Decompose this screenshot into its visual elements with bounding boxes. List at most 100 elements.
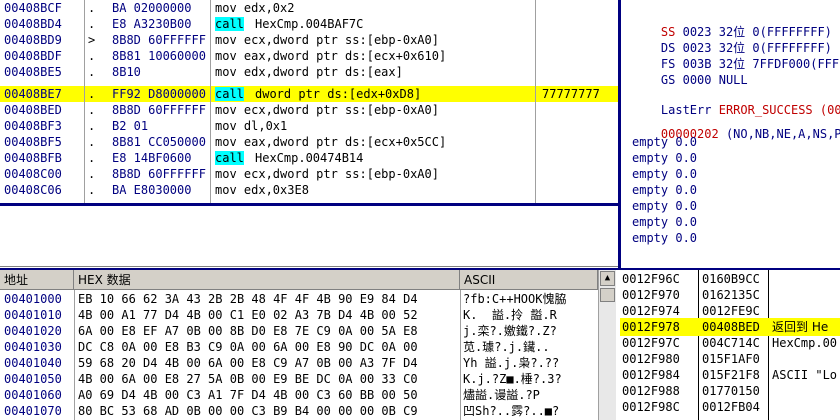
lasterr-row[interactable]: LastErr ERROR_SUCCESS (000 <box>632 86 840 117</box>
column-divider <box>535 0 536 204</box>
scroll-up-arrow-icon[interactable]: ▲ <box>600 271 615 286</box>
column-header-ascii[interactable]: ASCII <box>460 270 598 290</box>
dump-row[interactable]: 00401020 6A 00 E8 EF A7 0B 00 8B D0 E8 7… <box>0 323 557 339</box>
column-divider <box>460 290 461 420</box>
eflags-row[interactable]: 00000202 (NO,NB,NE,A,NS,PO, <box>632 110 840 141</box>
disasm-instruction: mov edx,dword ptr ds:[eax] <box>215 65 403 79</box>
disasm-row[interactable]: 00408BF3 . B2 01 mov dl,0x1 <box>0 118 620 134</box>
stack-address: 0012F98C <box>622 400 680 414</box>
disasm-hex: 8B8D 60FFFFFF <box>112 33 206 47</box>
dump-ascii: j.栾?.嬓鐵?.Z? <box>463 324 557 338</box>
dump-hex: DC C8 0A 00 E8 B3 C9 0A 00 6A 00 E8 90 D… <box>78 340 418 354</box>
disasm-row[interactable]: 00408C00 . 8B8D 60FFFFFF mov ecx,dword p… <box>0 166 620 182</box>
hex-dump-pane[interactable]: 地址 HEX 数据 ASCII 00401000 EB 10 66 62 3A … <box>0 270 616 420</box>
disasm-row[interactable]: 00408BD4 . E8 A3230B00 call HexCmp.004BA… <box>0 16 620 32</box>
dump-scrollbar[interactable]: ▲ <box>598 270 616 420</box>
fpu-register[interactable]: empty 0.0 <box>632 182 697 198</box>
pane-divider-vertical[interactable] <box>618 0 621 270</box>
registers-pane[interactable]: SS 0023 32位 0(FFFFFFFF) DS 0023 32位 0(FF… <box>624 0 840 270</box>
disasm-address: 00408BDF <box>4 49 62 63</box>
disasm-marker: . <box>88 119 96 133</box>
disasm-row[interactable]: 00408BCF . BA 02000000 mov edx,0x2 <box>0 0 620 16</box>
disasm-address: 00408BE5 <box>4 65 62 79</box>
dump-row[interactable]: 00401060 A0 69 D4 4B 00 C3 A1 7F D4 4B 0… <box>0 387 540 403</box>
disasm-hex: BA 02000000 <box>112 1 192 15</box>
disasm-row[interactable]: 00408C06 . BA E8030000 mov edx,0x3E8 <box>0 182 620 198</box>
disasm-marker: . <box>88 103 96 117</box>
info-pane <box>0 206 620 267</box>
column-header-hex[interactable]: HEX 数据 <box>74 270 460 290</box>
fpu-register[interactable]: empty 0.0 <box>632 230 697 246</box>
disasm-instruction: dword ptr ds:[edx+0xD8] <box>255 87 422 101</box>
disasm-hex: 8B81 10060000 <box>112 49 206 63</box>
disasm-address: 00408C06 <box>4 183 62 197</box>
fpu-register[interactable]: empty 0.0 <box>632 150 697 166</box>
dump-ascii: 燼謚.谩謚.?P <box>463 388 540 402</box>
dump-address: 00401040 <box>4 356 62 370</box>
dump-row[interactable]: 00401010 4B 00 A1 77 D4 4B 00 C1 E0 02 A… <box>0 307 557 323</box>
disasm-instruction: mov ecx,dword ptr ss:[ebp-0xA0] <box>215 167 439 181</box>
dump-address: 00401010 <box>4 308 62 322</box>
disasm-instruction: HexCmp.004BAF7C <box>255 17 364 31</box>
dump-address: 00401070 <box>4 404 62 418</box>
disasm-row[interactable]: 00408BD9 > 8B8D 60FFFFFF mov ecx,dword p… <box>0 32 620 48</box>
disasm-instruction: mov dl,0x1 <box>215 119 288 133</box>
column-header-address[interactable]: 地址 <box>0 270 74 290</box>
disasm-hex: FF92 D8000000 <box>112 87 206 101</box>
dump-hex: A0 69 D4 4B 00 C3 A1 7F D4 4B 00 C3 60 B… <box>78 388 418 402</box>
column-divider <box>210 0 211 204</box>
stack-row[interactable]: 0012F98C 0012FB04 <box>620 398 840 416</box>
disasm-row[interactable]: 00408BED . 8B8D 60FFFFFF mov ecx,dword p… <box>0 102 620 118</box>
disasm-hex: 8B10 <box>112 65 141 79</box>
disasm-marker: . <box>88 87 96 101</box>
disasm-address: 00408BD9 <box>4 33 62 47</box>
fpu-register[interactable]: empty 0.0 <box>632 198 697 214</box>
disasm-hex: E8 A3230B00 <box>112 17 192 31</box>
dump-hex: 4B 00 A1 77 D4 4B 00 C1 E0 02 A3 7B D4 4… <box>78 308 418 322</box>
call-keyword: call <box>215 151 244 165</box>
disasm-address: 00408BD4 <box>4 17 62 31</box>
disasm-hex: 8B8D 60FFFFFF <box>112 167 206 181</box>
dump-hex: 80 BC 53 68 AD 0B 00 00 C3 B9 B4 00 00 0… <box>78 404 418 418</box>
dump-ascii: 苋.璩?.j.鑶.. <box>463 340 550 354</box>
disasm-instruction: mov eax,dword ptr ds:[ecx+0x5CC] <box>215 135 447 149</box>
dump-row[interactable]: 00401040 59 68 20 D4 4B 00 6A 00 E8 C9 A… <box>0 355 559 371</box>
disasm-address: 00408C00 <box>4 167 62 181</box>
segment-register[interactable]: SS 0023 32位 0(FFFFFFFF) <box>632 8 832 39</box>
column-divider <box>74 290 75 420</box>
disasm-marker: . <box>88 183 96 197</box>
segment-register[interactable]: GS 0000 NULL <box>632 56 755 87</box>
disasm-instruction: mov eax,dword ptr ds:[ecx+0x610] <box>215 49 447 63</box>
disasm-address: 00408BFB <box>4 151 62 165</box>
dump-hex: EB 10 66 62 3A 43 2B 2B 48 4F 4F 4B 90 E… <box>78 292 418 306</box>
disassembly-pane[interactable]: 00408BCF . BA 02000000 mov edx,0x2 00408… <box>0 0 620 204</box>
disasm-row-selected[interactable]: 00408BE7 . FF92 D8000000 call dword ptr … <box>0 86 620 102</box>
disasm-address: 00408BCF <box>4 1 62 15</box>
disasm-address: 00408BF3 <box>4 119 62 133</box>
disasm-row[interactable]: 00408BDF . 8B81 10060000 mov eax,dword p… <box>0 48 620 64</box>
fpu-register[interactable]: empty 0.0 <box>632 134 697 150</box>
fpu-register[interactable]: empty 0.0 <box>632 214 697 230</box>
disasm-marker: . <box>88 65 96 79</box>
segment-register[interactable]: DS 0023 32位 0(FFFFFFFF) <box>632 24 832 55</box>
dump-row[interactable]: 00401000 EB 10 66 62 3A 43 2B 2B 48 4F 4… <box>0 291 566 307</box>
dump-address: 00401020 <box>4 324 62 338</box>
disasm-row[interactable]: 00408BF5 . 8B81 CC050000 mov eax,dword p… <box>0 134 620 150</box>
stack-pane[interactable]: 0012F96C 0160B9CC 0012F970 0162135C 0012… <box>620 270 840 420</box>
fpu-register[interactable]: empty 0.0 <box>632 166 697 182</box>
disasm-address: 00408BF5 <box>4 135 62 149</box>
dump-row[interactable]: 00401030 DC C8 0A 00 E8 B3 C9 0A 00 6A 0… <box>0 339 550 355</box>
disasm-address: 00408BE7 <box>4 87 62 101</box>
disasm-hex: E8 14BF0600 <box>112 151 192 165</box>
disasm-marker: . <box>88 17 96 31</box>
disasm-row[interactable]: 00408BE5 . 8B10 mov edx,dword ptr ds:[ea… <box>0 64 620 80</box>
stack-value: 0012FB04 <box>702 400 760 414</box>
disasm-instruction: mov ecx,dword ptr ss:[ebp-0xA0] <box>215 103 439 117</box>
segment-register[interactable]: FS 003B 32位 7FFDF000(FFF) <box>632 40 840 71</box>
disasm-hex: BA E8030000 <box>112 183 192 197</box>
dump-ascii: ?fb:C++HOOK愧脇 <box>463 292 567 306</box>
dump-row[interactable]: 00401070 80 BC 53 68 AD 0B 00 00 C3 B9 B… <box>0 403 559 419</box>
disasm-row[interactable]: 00408BFB . E8 14BF0600 call HexCmp.00474… <box>0 150 620 166</box>
dump-row[interactable]: 00401050 4B 00 6A 00 E8 27 5A 0B 00 E9 B… <box>0 371 562 387</box>
scroll-thumb[interactable] <box>600 288 615 302</box>
